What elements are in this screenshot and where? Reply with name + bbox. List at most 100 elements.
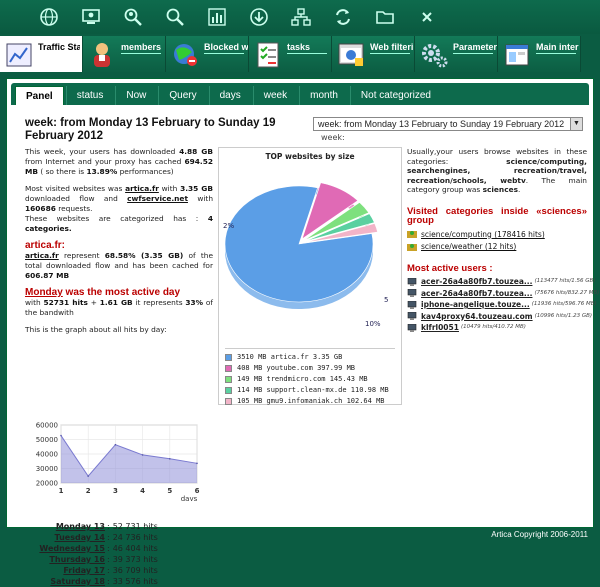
text: with	[187, 194, 214, 203]
user-icon	[87, 39, 117, 69]
tab-days[interactable]: days	[208, 86, 251, 105]
module-underline	[287, 53, 327, 54]
network-icon	[291, 8, 311, 26]
folder-icon	[376, 11, 394, 24]
legend-item: 114 MB support.clean-mx.de 110.98 MB	[225, 385, 395, 396]
module-tasks[interactable]: tasks	[249, 36, 332, 72]
y-tick-label: 40000	[36, 451, 58, 459]
tab-week[interactable]: week	[252, 86, 298, 105]
network-button[interactable]	[286, 6, 316, 28]
user-list: acer-26a4a80fb7.touzea... (113477 hits/1.…	[407, 277, 599, 333]
chevron-down-icon[interactable]: ▼	[570, 118, 582, 130]
day-hits: 24 736 hits	[112, 533, 158, 542]
downloaded-value: 4.88 GB	[179, 147, 213, 156]
tab-not-categorized[interactable]: Not categorized	[349, 86, 441, 105]
table-row: Tuesday 14:24 736 hits	[25, 532, 185, 543]
tab-panel[interactable]: Panel	[15, 86, 64, 105]
data-point	[60, 434, 62, 437]
user-stats: (11936 hits/596.76 MB)	[531, 301, 597, 307]
search-user-button[interactable]	[118, 6, 148, 28]
table-row: Friday 17:36 709 hits	[25, 565, 185, 576]
folder-button[interactable]	[370, 6, 400, 28]
active-day-link[interactable]: Monday	[25, 287, 63, 298]
module-underline	[536, 53, 576, 54]
world-button[interactable]	[34, 6, 64, 28]
day-hits: 33 576 hits	[112, 577, 158, 586]
active-users-heading: Most active users :	[407, 262, 493, 274]
site-link[interactable]: artica.fr	[25, 251, 59, 260]
user-link[interactable]: klfrl0051	[421, 323, 459, 333]
site-link[interactable]: cwfservice.net	[127, 194, 188, 203]
module-main-inter[interactable]: Main inter	[498, 36, 581, 72]
search-button[interactable]	[160, 6, 190, 28]
close-button[interactable]	[412, 6, 442, 28]
list-item: kav4proxy64.touzeau.com (10996 hits/1.23 …	[407, 312, 592, 322]
monitor-user-icon	[82, 9, 100, 24]
module-members[interactable]: members	[83, 36, 166, 72]
x-tick-label: 3	[113, 487, 118, 495]
site-share: 68.58% (3.35 GB)	[104, 251, 184, 260]
module-label: members	[121, 42, 162, 52]
text: with	[25, 298, 44, 307]
user-link[interactable]: acer-26a4a80fb7.touzea...	[421, 289, 532, 299]
tab-now[interactable]: Now	[115, 86, 157, 105]
module-label: Web filteri	[370, 42, 414, 52]
module-underline	[121, 53, 161, 54]
table-row: Monday 13:52 731 hits	[25, 521, 185, 532]
module-blocked-w[interactable]: Blocked w	[166, 36, 249, 72]
interface-icon	[502, 39, 532, 69]
performance-value: 13.89%	[86, 167, 118, 176]
day-link[interactable]: Thursday 16	[25, 554, 107, 565]
user-link[interactable]: acer-26a4a80fb7.touzea...	[421, 277, 532, 287]
slice-label: 10%	[365, 320, 381, 328]
module-traffic-stat[interactable]: Traffic Stat	[0, 36, 83, 72]
computer-icon	[407, 323, 417, 332]
content-area: week: from Monday 13 February to Sunday …	[21, 115, 599, 586]
data-point	[87, 475, 89, 477]
y-tick-label: 20000	[36, 480, 58, 488]
category-link[interactable]: science/computing (178416 hits)	[421, 230, 545, 240]
site-link[interactable]: artica.fr	[125, 184, 159, 193]
refresh-button[interactable]	[328, 6, 358, 28]
day-link[interactable]: Friday 17	[25, 565, 107, 576]
site-summary: artica.fr represent 68.58% (3.35 GB) of …	[25, 251, 213, 281]
y-tick-label: 50000	[36, 436, 58, 444]
x-tick-label: 4	[140, 487, 145, 495]
legend-item: 149 MB trendmicro.com 145.43 MB	[225, 374, 395, 385]
module-label: Blocked w	[204, 42, 248, 52]
module-underline	[204, 53, 244, 54]
module-web-filteri[interactable]: Web filteri	[332, 36, 415, 72]
top-websites-chart: TOP websites by size 2% 10% 5 3510 MB arti…	[218, 147, 402, 405]
legend-item: 3510 MB artica.fr 3.35 GB	[225, 352, 395, 363]
module-underline	[370, 53, 410, 54]
module-underline	[453, 53, 493, 54]
tab-query[interactable]: Query	[158, 86, 207, 105]
world-icon	[40, 8, 58, 26]
data-point	[169, 457, 171, 460]
legend-label: 105 MB gmu9.infomaniak.ch 102.64 MB	[237, 397, 385, 405]
category-link[interactable]: science/weather (12 hits)	[421, 242, 516, 252]
category-count: 4	[207, 214, 213, 223]
list-item: klfrl0051 (10479 hits/410.72 MB)	[407, 323, 587, 333]
top-toolbar	[0, 0, 600, 34]
download-button[interactable]	[244, 6, 274, 28]
list-item: science/computing (178416 hits)	[407, 230, 587, 240]
tab-month[interactable]: month	[299, 86, 348, 105]
day-link[interactable]: Saturday 18	[25, 576, 107, 587]
pie-legend: 3510 MB artica.fr 3.35 GB 408 MB youtube.…	[225, 348, 395, 407]
chart-button[interactable]	[202, 6, 232, 28]
day-link[interactable]: Tuesday 14	[25, 532, 107, 543]
legend-label: 114 MB support.clean-mx.de 110.98 MB	[237, 386, 389, 394]
legend-swatch	[225, 387, 232, 394]
module-parameter[interactable]: Parameter	[415, 36, 498, 72]
monitor-user-button[interactable]	[76, 6, 106, 28]
categories-intro: Usually,your users browse websites in th…	[407, 147, 587, 195]
tab-status[interactable]: status	[65, 86, 114, 105]
day-link[interactable]: Monday 13	[25, 521, 107, 532]
week-select[interactable]: week: from Monday 13 February to Sunday …	[313, 117, 583, 131]
legend-label: 3510 MB artica.fr 3.35 GB	[237, 353, 343, 361]
copyright: Artica Copyright 2006-2011	[491, 530, 588, 539]
web-filter-icon	[336, 39, 366, 69]
user-link[interactable]: kav4proxy64.touzeau.com	[421, 312, 533, 322]
user-link[interactable]: iphone-angelique.touze...	[421, 300, 530, 310]
